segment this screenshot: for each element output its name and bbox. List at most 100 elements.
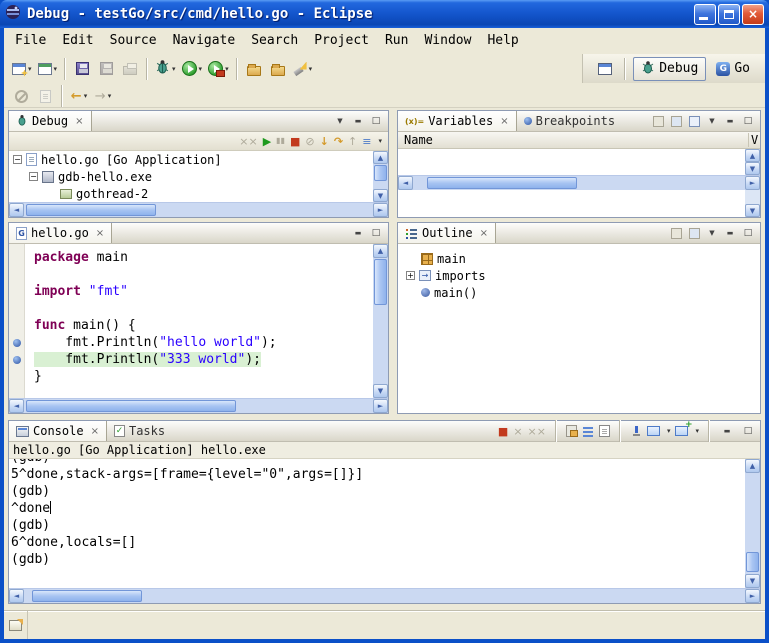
close-tab-icon[interactable]: × [96, 228, 104, 239]
outline-item-imports[interactable]: + → imports [398, 267, 760, 284]
debug-horizontal-scrollbar[interactable]: ◄ ► [9, 202, 388, 217]
scroll-lock-icon[interactable] [566, 425, 577, 437]
maximize-view-icon[interactable]: □ [740, 114, 756, 128]
menu-search[interactable]: Search [243, 30, 306, 51]
scroll-up-icon[interactable]: ▲ [373, 151, 388, 164]
scroll-right-icon[interactable]: ► [373, 399, 388, 413]
debug-tree-process-row[interactable]: − gdb-hello.exe [9, 168, 388, 185]
skip-breakpoints-button[interactable] [10, 84, 32, 108]
new-wizard-button[interactable]: ▾ [10, 57, 34, 81]
menu-file[interactable]: File [7, 30, 54, 51]
scroll-thumb[interactable] [374, 259, 387, 305]
run-button[interactable]: ▾ [180, 57, 205, 81]
tab-console[interactable]: Console × [9, 421, 107, 441]
close-tab-icon[interactable]: × [75, 116, 83, 127]
dropdown-icon[interactable]: ▾ [199, 65, 203, 73]
instruction-pointer-icon[interactable] [13, 356, 21, 364]
scroll-down-icon[interactable]: ▼ [745, 162, 760, 175]
terminate-icon[interactable]: ■ [290, 136, 300, 147]
scroll-up-icon[interactable]: ▲ [745, 149, 760, 162]
debug-vertical-scrollbar[interactable]: ▲ ▼ [373, 151, 388, 202]
editor-annotation-ruler[interactable] [9, 244, 25, 398]
minimize-view-icon[interactable]: ▬ [350, 114, 366, 128]
menu-window[interactable]: Window [416, 30, 479, 51]
tab-hello-go[interactable]: G hello.go × [9, 223, 112, 243]
open-perspective-button[interactable] [594, 57, 616, 81]
word-wrap-icon[interactable] [582, 425, 594, 437]
outline-item-main-func[interactable]: main() [398, 284, 760, 301]
menu-edit[interactable]: Edit [54, 30, 101, 51]
save-button[interactable] [71, 57, 93, 81]
tab-tasks[interactable]: ✓ Tasks [107, 421, 172, 441]
step-return-icon[interactable]: ↑ [348, 136, 357, 147]
perspective-go-button[interactable]: G Go [709, 59, 757, 78]
show-logical-structure-icon[interactable] [668, 114, 684, 128]
editor-vertical-scrollbar[interactable]: ▲ ▼ [373, 244, 388, 398]
scroll-left-icon[interactable]: ◄ [398, 176, 413, 190]
scroll-thumb[interactable] [746, 552, 759, 572]
open-resource-button[interactable] [267, 57, 289, 81]
dropdown-icon[interactable]: ▾ [54, 65, 58, 73]
scroll-up-icon[interactable]: ▲ [373, 244, 388, 258]
remove-all-launches-icon[interactable]: ×× [528, 426, 546, 437]
search-button[interactable]: ▾ [291, 57, 315, 81]
debug-tree[interactable]: − hello.go [Go Application] − gdb-hello.… [9, 151, 388, 202]
console-horizontal-scrollbar[interactable]: ◄ ► [9, 588, 760, 603]
minimize-view-icon[interactable]: ▬ [350, 226, 366, 240]
scroll-thumb[interactable] [26, 204, 156, 216]
scroll-right-icon[interactable]: ► [745, 589, 760, 603]
dropdown-icon[interactable]: ▾ [108, 92, 112, 100]
scroll-left-icon[interactable]: ◄ [9, 203, 24, 217]
title-bar[interactable]: Debug - testGo/src/cmd/hello.go - Eclips… [0, 0, 769, 28]
print-button[interactable] [119, 57, 141, 81]
dropdown-icon[interactable]: ▾ [667, 427, 671, 435]
maximize-view-icon[interactable]: □ [368, 114, 384, 128]
maximize-view-icon[interactable]: □ [368, 226, 384, 240]
scroll-thumb[interactable] [374, 165, 387, 181]
debug-toolbar-menu-icon[interactable]: ▾ [378, 137, 382, 145]
scroll-left-icon[interactable]: ◄ [9, 399, 24, 413]
scroll-down-icon[interactable]: ▼ [745, 204, 760, 217]
suspend-icon[interactable]: ▮▮ [276, 137, 285, 145]
outline-item-main[interactable]: main [398, 250, 760, 267]
back-button[interactable]: ←▾ [68, 84, 90, 108]
remove-launch-icon[interactable]: × [513, 426, 522, 437]
detail-vertical-scrollbar[interactable]: ▼ [745, 190, 760, 217]
scroll-up-icon[interactable]: ▲ [745, 459, 760, 473]
close-tab-icon[interactable]: × [480, 228, 488, 239]
variables-tree[interactable]: ▲ ▼ [398, 149, 760, 175]
maximize-button[interactable] [718, 4, 740, 25]
scroll-left-icon[interactable]: ◄ [9, 589, 24, 603]
tab-breakpoints[interactable]: Breakpoints [517, 111, 622, 131]
menu-project[interactable]: Project [306, 30, 377, 51]
column-value-partial[interactable]: V [748, 133, 760, 147]
console-text-area[interactable]: (gdb) 5^done,stack-args=[frame={level="0… [9, 459, 760, 588]
pin-console-icon[interactable] [630, 425, 642, 437]
tab-debug-view[interactable]: Debug × [9, 111, 92, 131]
scroll-thumb[interactable] [26, 400, 236, 412]
dropdown-icon[interactable]: ▾ [225, 65, 229, 73]
menu-help[interactable]: Help [479, 30, 526, 51]
dropdown-icon[interactable]: ▾ [309, 65, 313, 73]
disconnect-icon[interactable]: ⊘ [305, 136, 314, 147]
variables-horizontal-scrollbar[interactable]: ◄ ► [398, 175, 760, 190]
new-go-element-button[interactable]: ▾ [36, 57, 60, 81]
view-menu-icon[interactable]: ▼ [704, 114, 720, 128]
close-tab-icon[interactable]: × [91, 426, 99, 437]
close-button[interactable]: × [742, 4, 764, 25]
scroll-down-icon[interactable]: ▼ [373, 384, 388, 398]
step-into-icon[interactable]: ↓ [320, 136, 329, 147]
maximize-view-icon[interactable]: □ [740, 424, 756, 438]
resume-icon[interactable]: ▶ [263, 136, 271, 147]
tab-variables[interactable]: (x)= Variables × [398, 111, 517, 131]
variables-vertical-scrollbar[interactable]: ▲ ▼ [745, 149, 760, 175]
clear-console-icon[interactable] [599, 425, 610, 437]
maximize-view-icon[interactable]: □ [740, 226, 756, 240]
fast-view-icon[interactable] [9, 620, 22, 631]
minimize-button[interactable] [694, 4, 716, 25]
variables-detail-pane[interactable]: ▼ [398, 190, 760, 217]
view-menu-icon[interactable]: ▼ [332, 114, 348, 128]
perspective-debug-button[interactable]: Debug [633, 57, 706, 81]
collapse-expander-icon[interactable]: − [29, 172, 38, 181]
mark-occurrences-button[interactable] [34, 84, 56, 108]
